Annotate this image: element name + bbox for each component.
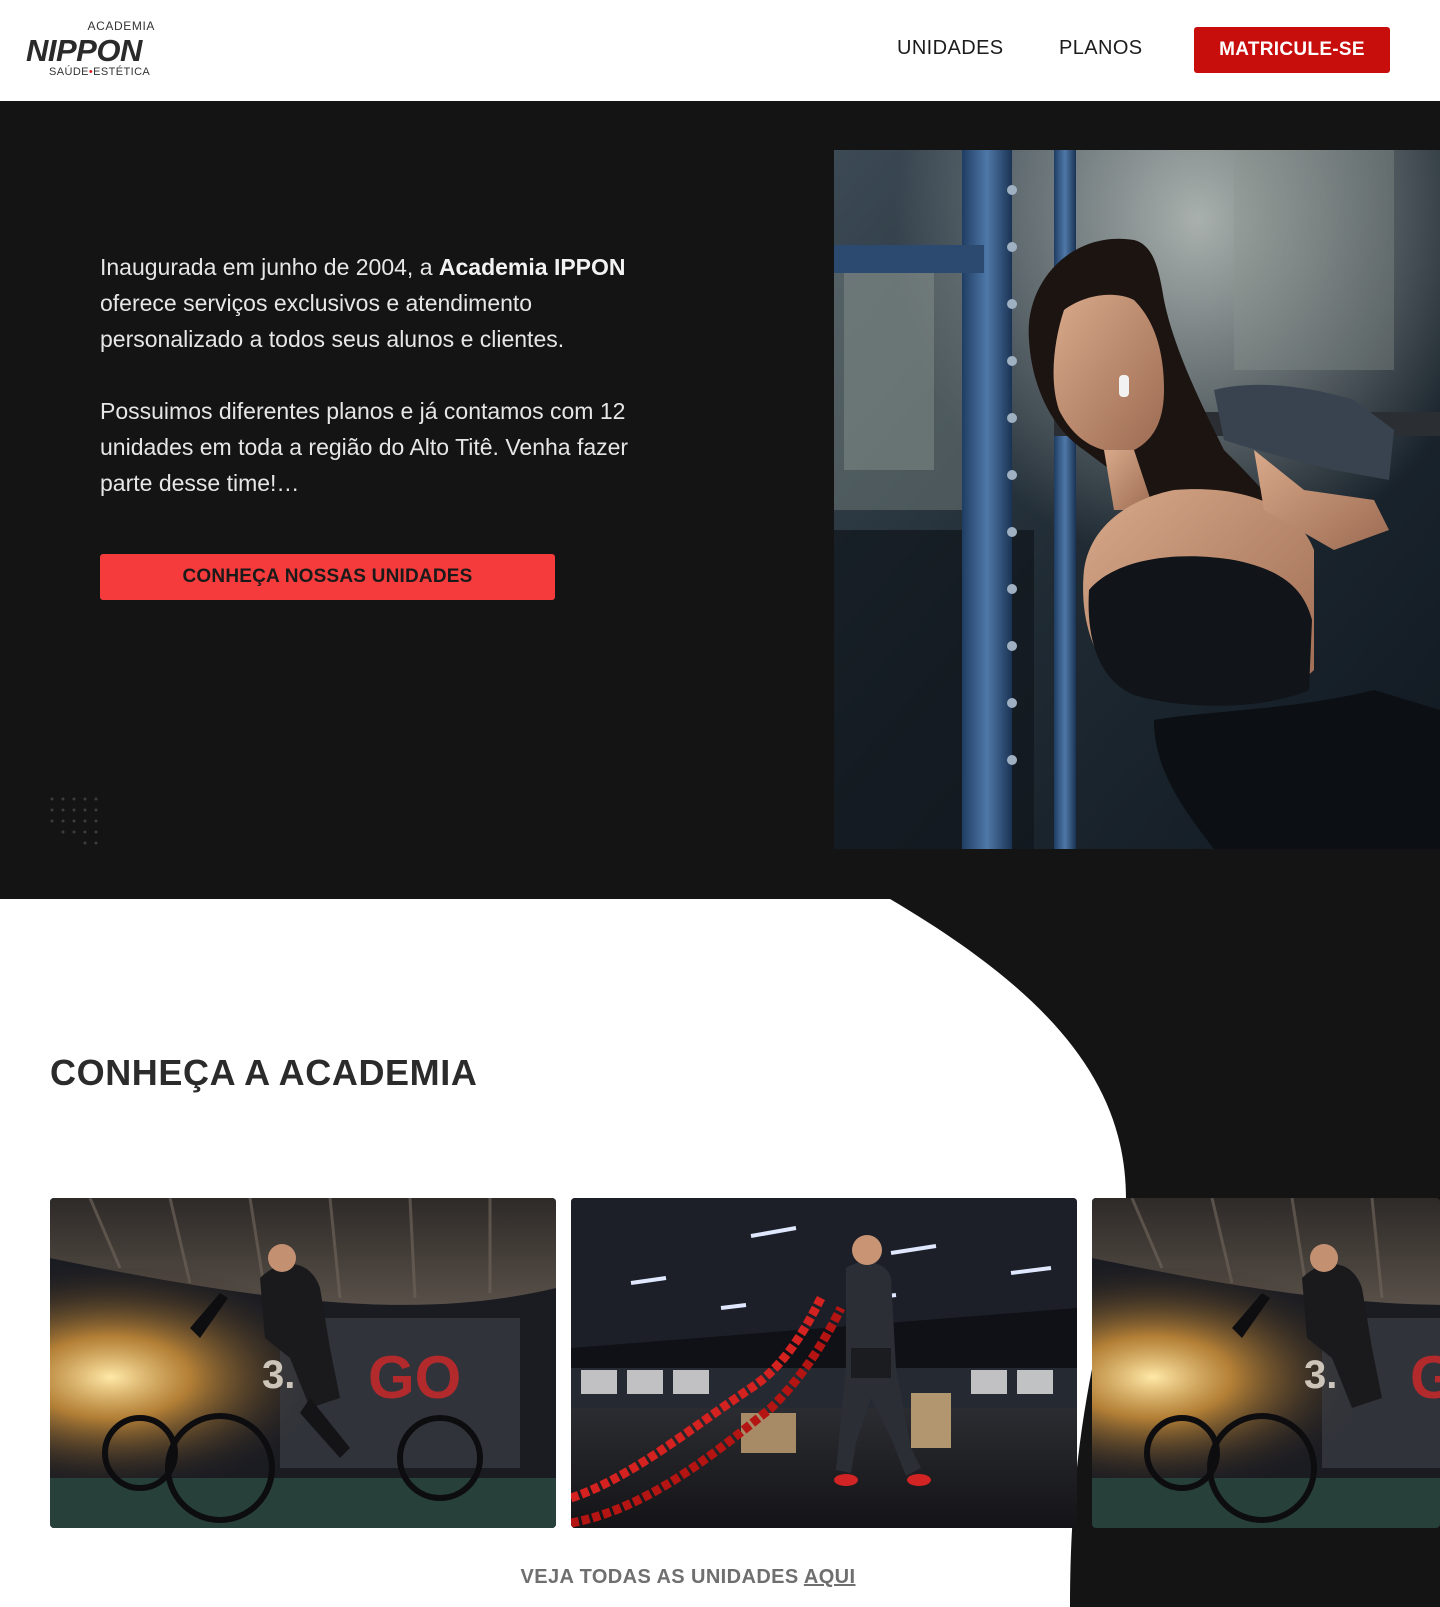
logo-tagline: SAÚDE•ESTÉTICA xyxy=(49,66,150,78)
hero-section: Inaugurada em junho de 2004, a Academia … xyxy=(0,101,1440,899)
conheca-unidades-button[interactable]: CONHEÇA NOSSAS UNIDADES xyxy=(100,554,555,600)
svg-text:3.: 3. xyxy=(262,1353,295,1397)
see-all-link[interactable]: AQUI xyxy=(804,1566,856,1588)
hero-paragraph-1: Inaugurada em junho de 2004, a Academia … xyxy=(100,249,680,357)
man-battle-ropes-photo xyxy=(571,1198,1077,1528)
section-title: CONHEÇA A ACADEMIA xyxy=(50,1052,478,1093)
woman-air-bike-photo: 3. GO xyxy=(50,1198,556,1528)
hero-paragraph-2: Possuimos diferentes planos e já contamo… xyxy=(100,398,629,496)
svg-text:GO: GO xyxy=(1410,1344,1440,1411)
logo-tagline-right: ESTÉTICA xyxy=(93,66,151,78)
woman-air-bike-photo: 3. GO xyxy=(1092,1198,1440,1528)
woman-squat-illustration xyxy=(834,150,1440,849)
logo-brand-text: NIPPON xyxy=(26,33,142,68)
hero-paragraph-1-suffix: oferece serviços exclusivos e atendiment… xyxy=(100,290,565,352)
gallery-card[interactable]: 3. GO xyxy=(50,1198,556,1528)
see-all-units: VEJA TODAS AS UNIDADES AQUI xyxy=(0,1566,1376,1589)
dot-grid-decoration xyxy=(50,797,98,845)
gallery-carousel[interactable]: 3. GO 3. G xyxy=(50,1198,1440,1528)
gallery-card[interactable] xyxy=(571,1198,1077,1528)
svg-text:GO: GO xyxy=(368,1344,461,1411)
nav-link-unidades[interactable]: UNIDADES xyxy=(897,37,1004,60)
woman-squat-photo xyxy=(834,150,1440,849)
hero-paragraph-1-prefix: Inaugurada em junho de 2004, a xyxy=(100,254,439,280)
hero-description: Inaugurada em junho de 2004, a Academia … xyxy=(100,249,680,501)
see-all-text: VEJA TODAS AS UNIDADES xyxy=(520,1566,804,1588)
svg-text:3.: 3. xyxy=(1304,1353,1337,1397)
academia-nippon-logo[interactable]: ACADEMIA NIPPON SAÚDE•ESTÉTICA xyxy=(26,19,158,81)
logo-top-text: ACADEMIA xyxy=(87,19,155,33)
hero-paragraph-1-brand: Academia IPPON xyxy=(438,254,626,280)
matricule-se-button[interactable]: MATRICULE-SE xyxy=(1194,27,1390,73)
logo-tagline-left: SAÚDE xyxy=(49,66,89,78)
nav-link-planos[interactable]: PLANOS xyxy=(1059,37,1143,60)
site-header: ACADEMIA NIPPON SAÚDE•ESTÉTICA UNIDADES … xyxy=(0,0,1440,101)
gallery-card[interactable]: 3. GO xyxy=(1092,1198,1440,1528)
